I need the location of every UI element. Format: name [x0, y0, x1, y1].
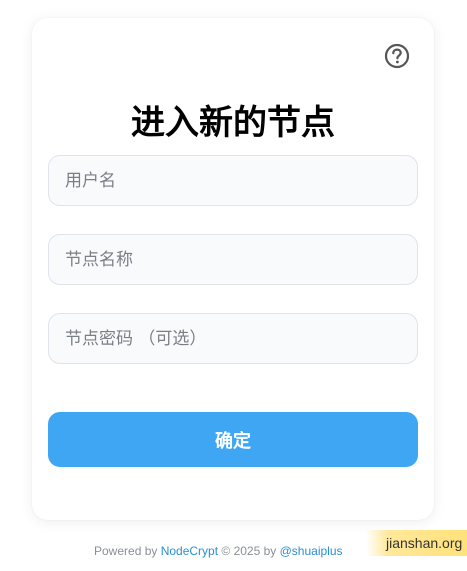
footer-copyright: © 2025 by: [218, 544, 280, 558]
confirm-button[interactable]: 确定: [48, 412, 418, 467]
watermark-label: jianshan.org: [366, 530, 467, 556]
node-name-input[interactable]: [48, 234, 418, 285]
login-card: 进入新的节点 确定: [32, 18, 434, 520]
author-link[interactable]: @shuaiplus: [280, 544, 343, 558]
node-password-input[interactable]: [48, 313, 418, 364]
nodecrypt-link[interactable]: NodeCrypt: [161, 544, 218, 558]
help-icon[interactable]: [384, 43, 410, 69]
footer: Powered by NodeCrypt © 2025 by @shuaiplu…: [94, 543, 343, 559]
page-title: 进入新的节点: [131, 103, 335, 143]
username-input[interactable]: [48, 155, 418, 206]
footer-prefix: Powered by: [94, 544, 161, 558]
